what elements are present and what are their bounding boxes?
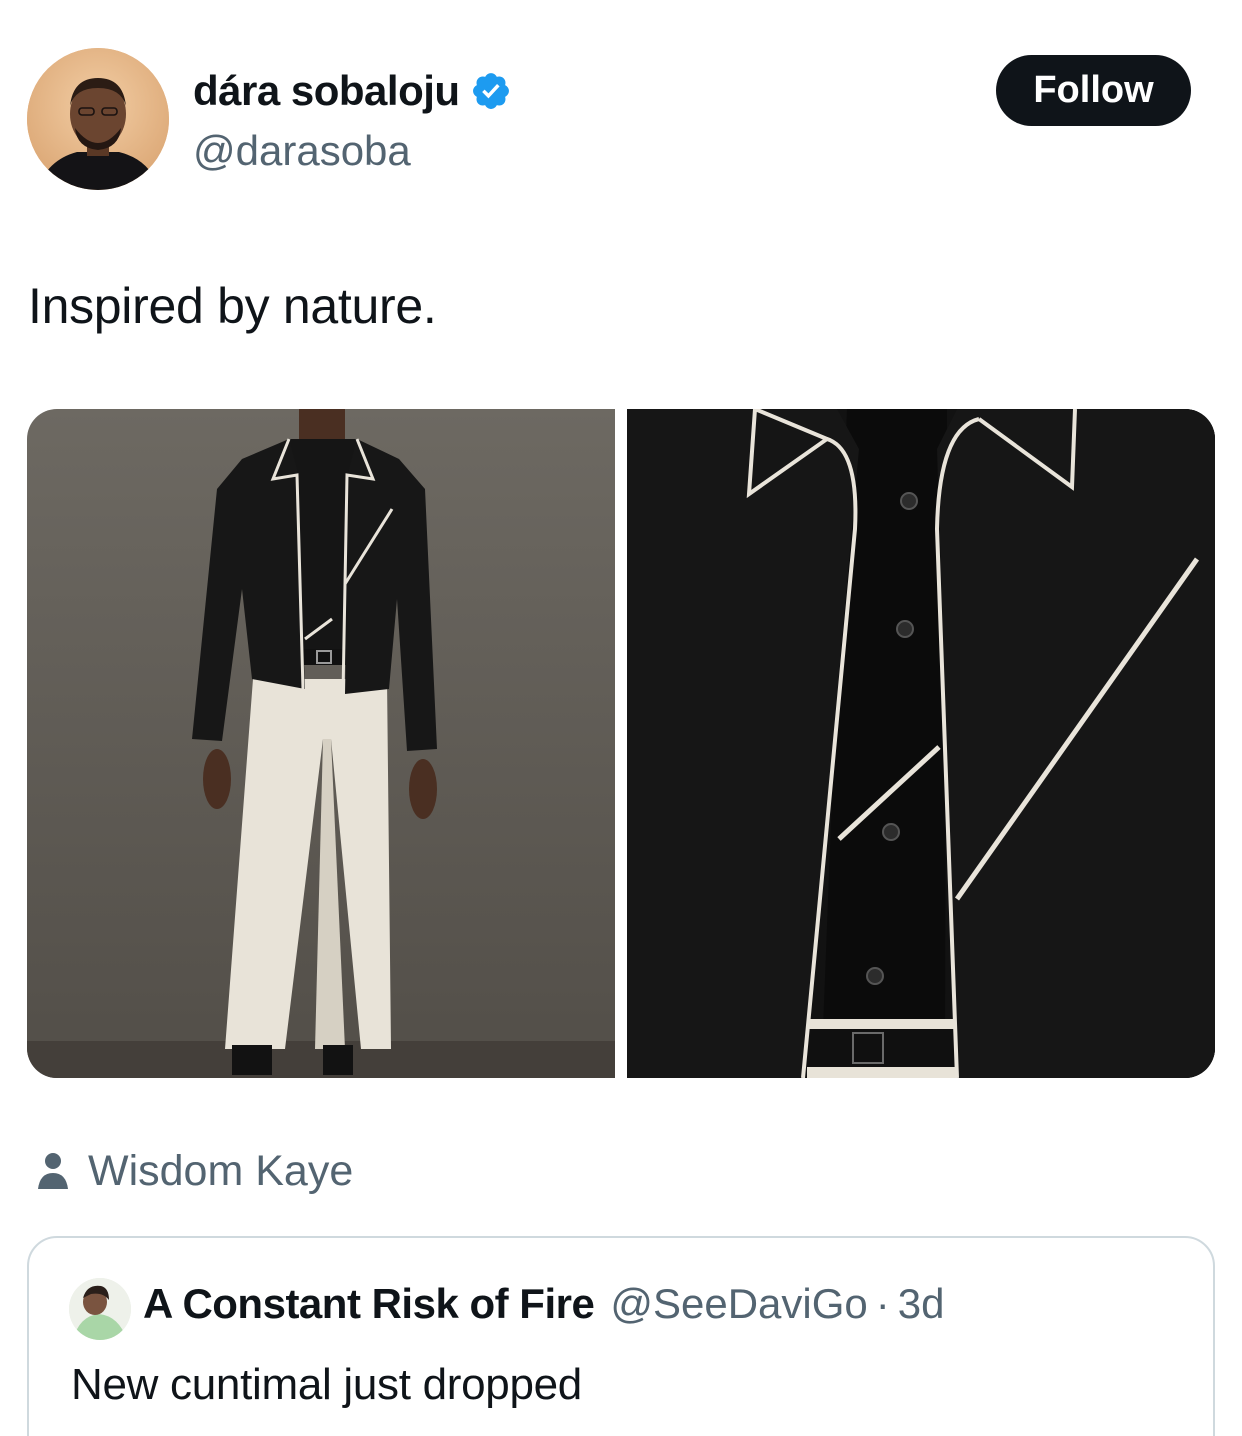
verified-badge-icon[interactable] (470, 70, 512, 112)
tweet-header: dára sobaloju @darasoba Follow (0, 0, 1242, 200)
outfit-full-image (27, 409, 615, 1078)
quoted-handle[interactable]: @SeeDaviGo (610, 1280, 867, 1328)
person-icon (38, 1153, 68, 1189)
author-display-name[interactable]: dára sobaloju (193, 66, 460, 116)
avatar-photo (27, 48, 169, 190)
quoted-author-avatar[interactable] (69, 1278, 131, 1340)
author-handle[interactable]: @darasoba (193, 126, 411, 176)
media-photo-1[interactable] (27, 409, 615, 1078)
author-avatar[interactable] (27, 48, 169, 190)
quoted-tweet[interactable]: A Constant Risk of Fire @SeeDaviGo · 3d … (27, 1236, 1215, 1436)
jacket-detail-image (627, 409, 1215, 1078)
tagged-user-name[interactable]: Wisdom Kaye (88, 1145, 353, 1197)
media-photo-2[interactable] (627, 409, 1215, 1078)
author-name-row[interactable]: dára sobaloju (193, 66, 512, 116)
follow-button[interactable]: Follow (996, 55, 1191, 126)
tagged-user[interactable]: Wisdom Kaye (36, 1145, 353, 1197)
quoted-tweet-text: New cuntimal just dropped (71, 1360, 582, 1409)
quoted-timestamp[interactable]: 3d (898, 1280, 945, 1328)
quoted-tweet-header: A Constant Risk of Fire @SeeDaviGo · 3d (143, 1280, 944, 1328)
quoted-display-name[interactable]: A Constant Risk of Fire (143, 1280, 595, 1328)
separator-dot: · (875, 1280, 890, 1327)
media-grid (27, 409, 1215, 1078)
avatar-photo (69, 1278, 131, 1340)
tweet-text: Inspired by nature. (28, 278, 437, 334)
